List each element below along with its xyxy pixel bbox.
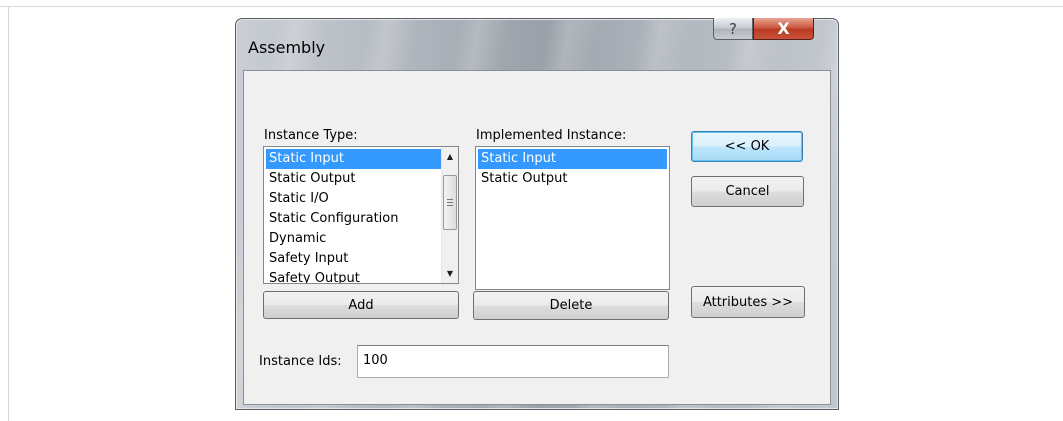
close-icon: X	[777, 19, 790, 38]
grip-line	[447, 202, 453, 203]
list-item[interactable]: Safety Output	[266, 269, 360, 283]
instance-type-label: Instance Type:	[264, 128, 358, 143]
cancel-button[interactable]: Cancel	[691, 176, 804, 207]
list-item[interactable]: Static Output	[478, 169, 567, 189]
page-top-rule	[0, 6, 1063, 7]
page-left-rule	[8, 6, 9, 421]
grip-line	[447, 205, 453, 206]
ok-button[interactable]: << OK	[691, 131, 803, 162]
add-button[interactable]: Add	[263, 291, 459, 319]
implemented-instance-label: Implemented Instance:	[476, 128, 627, 143]
scroll-up-icon[interactable]: ▲	[442, 148, 458, 165]
list-item[interactable]: Static Input	[478, 149, 667, 169]
delete-button[interactable]: Delete	[473, 291, 669, 320]
list-item[interactable]: Safety Input	[266, 249, 348, 269]
instance-type-list[interactable]: Static Input Static Output Static I/O St…	[263, 146, 459, 284]
grip-line	[447, 199, 453, 200]
help-button[interactable]: ?	[713, 18, 753, 40]
implemented-instance-list[interactable]: Static Input Static Output	[475, 146, 670, 290]
dialog-client-area: Instance Type: Static Input Static Outpu…	[243, 70, 831, 405]
list-item[interactable]: Dynamic	[266, 229, 326, 249]
close-button[interactable]: X	[753, 18, 814, 40]
list-item[interactable]: Static Input	[266, 149, 441, 169]
list-item[interactable]: Static Configuration	[266, 209, 398, 229]
scroll-thumb[interactable]	[443, 175, 457, 230]
help-icon: ?	[729, 20, 737, 38]
instance-ids-field[interactable]: 100	[357, 345, 669, 378]
list-item[interactable]: Static Output	[266, 169, 355, 189]
window-title: Assembly	[248, 38, 326, 57]
instance-ids-label: Instance Ids:	[259, 354, 342, 369]
assembly-dialog: Assembly ? X Instance Type: Static Input…	[235, 18, 839, 410]
attributes-button[interactable]: Attributes >>	[691, 286, 805, 318]
scroll-down-icon[interactable]: ▼	[442, 265, 458, 282]
instance-type-scrollbar[interactable]: ▲ ▼	[441, 147, 458, 283]
list-item[interactable]: Static I/O	[266, 189, 329, 209]
